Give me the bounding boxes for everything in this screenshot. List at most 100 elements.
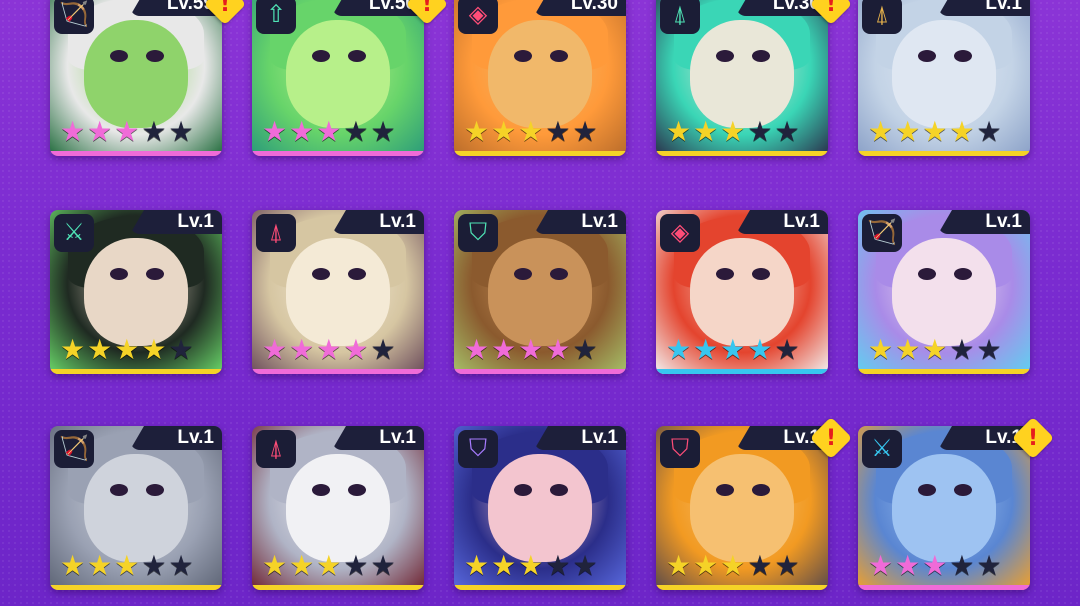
hero-level: Lv.1 [736, 210, 828, 234]
star-icon: ★ [895, 550, 921, 581]
star-icon: ★ [666, 334, 692, 365]
star-icon: ★ [87, 116, 113, 147]
star-empty-icon: ★ [572, 334, 598, 365]
alert-mark: ! [825, 0, 837, 17]
star-empty-icon: ★ [343, 550, 369, 581]
hero-eye [954, 268, 972, 280]
star-empty-icon: ★ [141, 116, 167, 147]
star-empty-icon: ★ [774, 116, 800, 147]
alert-mark: ! [1027, 425, 1039, 451]
hero-card[interactable]: Lv.1 ⛉ ★ ★ ★ ★ ★ [656, 426, 828, 590]
hero-eye [752, 50, 770, 62]
hero-card[interactable]: Lv.1 ⍋ ★ ★ ★ ★ ★ [858, 0, 1030, 156]
hero-roster-grid: Lv.59 🏹 ★ ★ ★ ★ ★! Lv.50 ⇧ ★ ★ ★ ★ ★! Lv.30 ◈ ★ ★ ★ ★ ★ Lv.30… [0, 0, 1080, 606]
star-icon: ★ [491, 550, 517, 581]
hero-face [488, 454, 592, 562]
hero-card[interactable]: Lv.1 ⚔ ★ ★ ★ ★ ★ [50, 210, 222, 374]
star-rating: ★ ★ ★ ★ ★ [464, 336, 598, 364]
diamond-rune-icon: ◈ [660, 214, 700, 252]
hero-eye [312, 484, 330, 496]
star-icon: ★ [693, 550, 719, 581]
star-icon: ★ [114, 334, 140, 365]
star-icon: ★ [289, 550, 315, 581]
hero-card[interactable]: Lv.1 ⍋ ★ ★ ★ ★ ★ [252, 426, 424, 590]
hero-eye [550, 268, 568, 280]
alert-mark: ! [825, 425, 837, 451]
hero-face [84, 238, 188, 346]
hero-card[interactable]: Lv.59 🏹 ★ ★ ★ ★ ★ [50, 0, 222, 156]
arrow-up-icon: ⇧ [256, 0, 296, 34]
star-icon: ★ [868, 116, 894, 147]
rarity-bar [252, 151, 424, 156]
rarity-bar [50, 151, 222, 156]
hero-face [892, 20, 996, 128]
star-icon: ★ [949, 116, 975, 147]
hero-eye [312, 50, 330, 62]
hero-eye [312, 268, 330, 280]
hero-card[interactable]: Lv.1 ⚔ ★ ★ ★ ★ ★ [858, 426, 1030, 590]
diamond-rune-icon: ◈ [458, 0, 498, 34]
crossed-swords-icon: ⚔ [54, 214, 94, 252]
star-icon: ★ [60, 550, 86, 581]
star-icon: ★ [518, 116, 544, 147]
hero-level: Lv.1 [130, 426, 222, 450]
rarity-bar [656, 585, 828, 590]
star-icon: ★ [289, 334, 315, 365]
star-icon: ★ [518, 334, 544, 365]
bow-icon: 🏹 [54, 430, 94, 468]
star-rating: ★ ★ ★ ★ ★ [60, 336, 194, 364]
rarity-bar [858, 585, 1030, 590]
star-icon: ★ [343, 334, 369, 365]
hero-card[interactable]: Lv.1 🏹 ★ ★ ★ ★ ★ [858, 210, 1030, 374]
hero-eye [752, 484, 770, 496]
star-rating: ★ ★ ★ ★ ★ [464, 552, 598, 580]
shield-icon: ⛉ [660, 430, 700, 468]
star-empty-icon: ★ [949, 550, 975, 581]
star-empty-icon: ★ [976, 116, 1002, 147]
star-icon: ★ [666, 116, 692, 147]
rarity-bar [252, 369, 424, 374]
star-empty-icon: ★ [343, 116, 369, 147]
hero-eye [716, 268, 734, 280]
star-empty-icon: ★ [168, 116, 194, 147]
hero-card[interactable]: Lv.30 ⍋ ★ ★ ★ ★ ★ [656, 0, 828, 156]
alert-icon: ! [809, 416, 853, 460]
star-rating: ★ ★ ★ ★ ★ [262, 552, 396, 580]
hero-eye [514, 484, 532, 496]
star-empty-icon: ★ [774, 550, 800, 581]
star-rating: ★ ★ ★ ★ ★ [666, 336, 800, 364]
hero-card[interactable]: Lv.1 ⛉ ★ ★ ★ ★ ★ [454, 426, 626, 590]
rarity-bar [50, 369, 222, 374]
spear-icon: ⍋ [862, 0, 902, 34]
hero-eye [954, 50, 972, 62]
star-icon: ★ [518, 550, 544, 581]
star-empty-icon: ★ [141, 550, 167, 581]
hero-face [286, 454, 390, 562]
star-empty-icon: ★ [976, 550, 1002, 581]
hero-card[interactable]: Lv.1 ⛉ ★ ★ ★ ★ ★ [454, 210, 626, 374]
hero-eye [146, 50, 164, 62]
hero-eye [550, 50, 568, 62]
star-icon: ★ [693, 334, 719, 365]
rarity-bar [656, 369, 828, 374]
star-empty-icon: ★ [976, 334, 1002, 365]
star-empty-icon: ★ [572, 550, 598, 581]
star-empty-icon: ★ [545, 550, 571, 581]
shield-icon: ⛉ [458, 214, 498, 252]
hero-card[interactable]: Lv.1 ◈ ★ ★ ★ ★ ★ [656, 210, 828, 374]
hero-card[interactable]: Lv.30 ◈ ★ ★ ★ ★ ★ [454, 0, 626, 156]
hero-eye [954, 484, 972, 496]
hero-level: Lv.1 [938, 0, 1030, 16]
hero-card[interactable]: Lv.1 ⍋ ★ ★ ★ ★ ★ [252, 210, 424, 374]
star-icon: ★ [87, 334, 113, 365]
hero-card[interactable]: Lv.1 🏹 ★ ★ ★ ★ ★ [50, 426, 222, 590]
star-icon: ★ [720, 334, 746, 365]
hero-eye [918, 50, 936, 62]
star-empty-icon: ★ [168, 550, 194, 581]
star-icon: ★ [289, 116, 315, 147]
hero-card[interactable]: Lv.50 ⇧ ★ ★ ★ ★ ★ [252, 0, 424, 156]
hero-level: Lv.1 [534, 210, 626, 234]
star-rating: ★ ★ ★ ★ ★ [262, 118, 396, 146]
star-icon: ★ [720, 116, 746, 147]
star-empty-icon: ★ [747, 550, 773, 581]
